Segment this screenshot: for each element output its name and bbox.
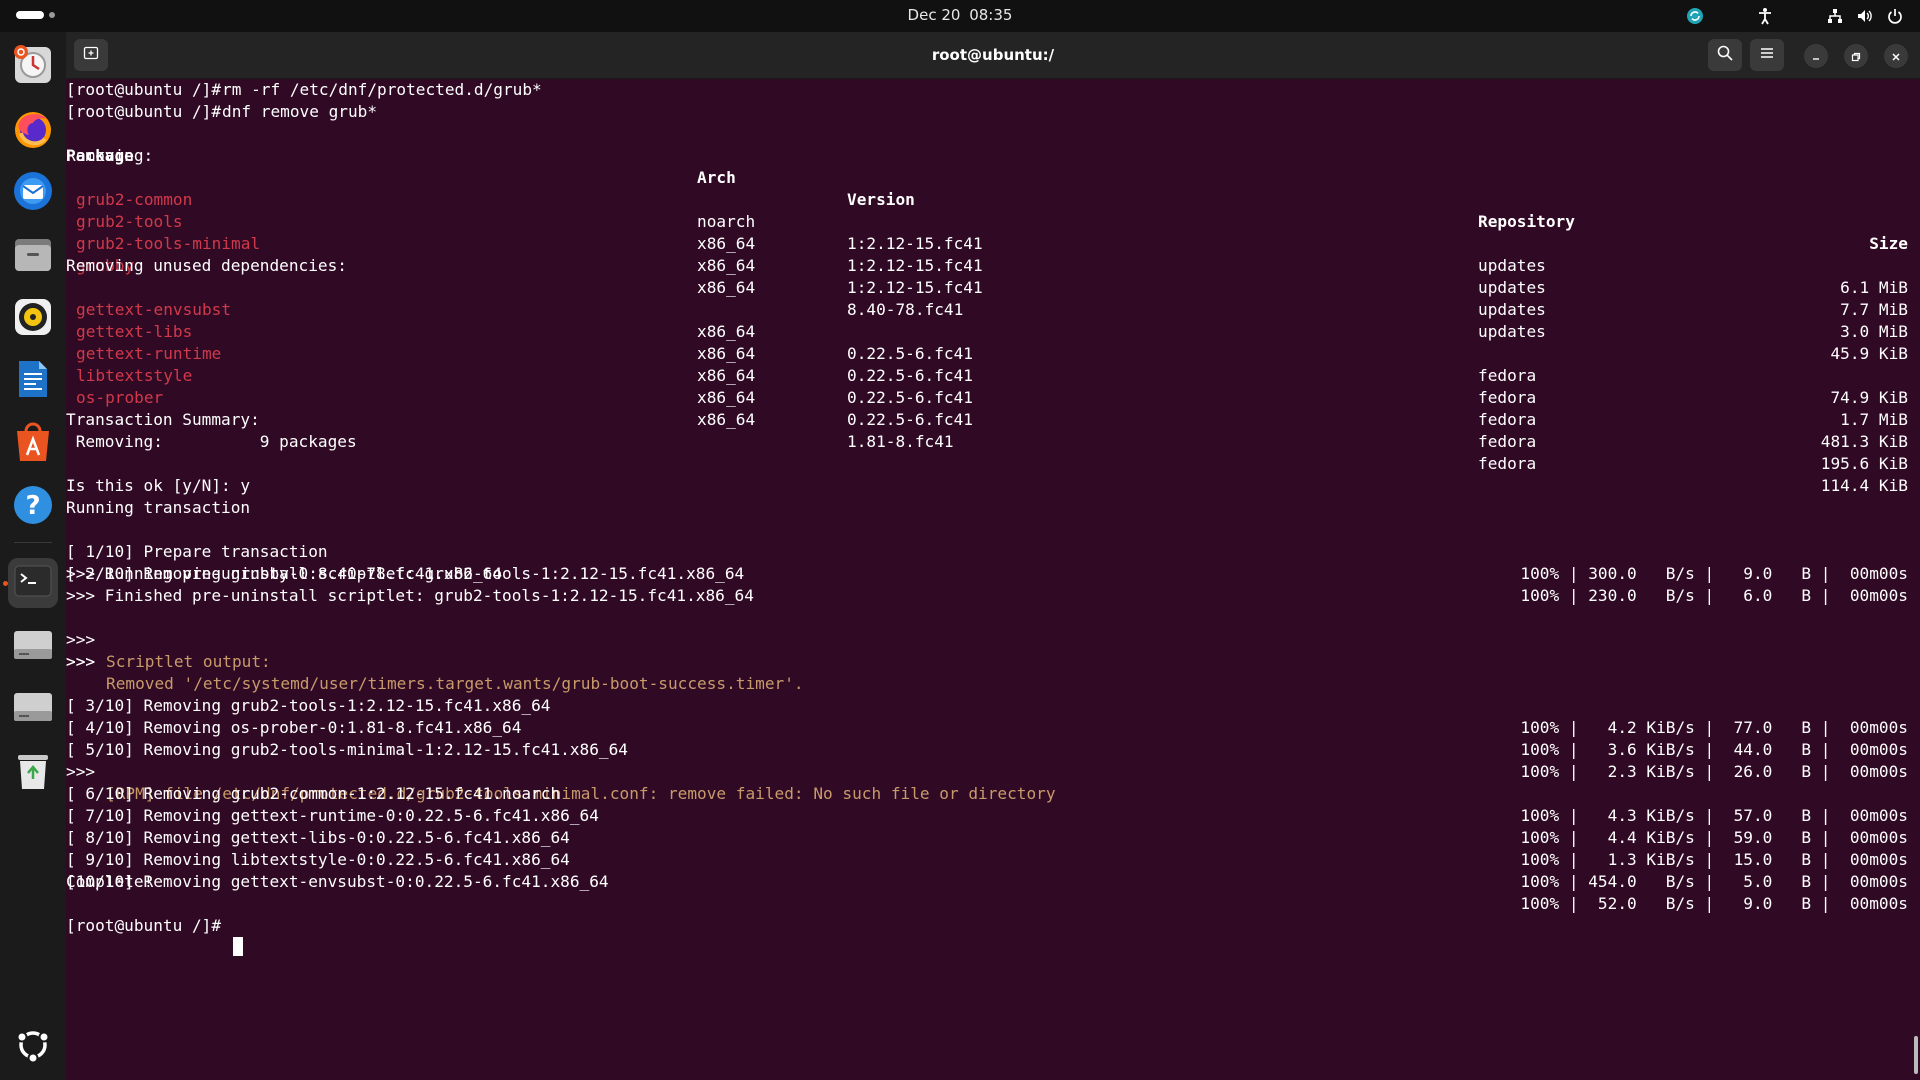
transaction-step: [ 4/10] Removing os-prober-0:1.81-8.fc41… bbox=[66, 718, 1908, 759]
restore-button[interactable] bbox=[1844, 44, 1868, 68]
svg-text:?: ? bbox=[25, 491, 40, 521]
window-title: root@ubuntu:/ bbox=[931, 46, 1055, 64]
table-row: libtextstyle x86_64 0.22.5-6.fc41 fedora… bbox=[76, 366, 1908, 473]
dock-item-firefox[interactable] bbox=[8, 106, 58, 156]
show-apps-icon bbox=[13, 1025, 53, 1069]
close-button[interactable] bbox=[1884, 44, 1908, 68]
transaction-step: [ 6/10] Removing grub2-common-1:2.12-15.… bbox=[66, 784, 1908, 825]
complete-line: Complete! bbox=[66, 872, 154, 891]
col-arch: Arch bbox=[697, 168, 736, 187]
close-icon bbox=[1891, 47, 1901, 66]
text-cursor bbox=[233, 937, 243, 956]
terminal-output[interactable]: [root@ubuntu /]# rm -rf /etc/dnf/protecte… bbox=[66, 79, 1920, 1080]
search-icon bbox=[1717, 45, 1733, 65]
transaction-step: [10/10] Removing gettext-envsubst-0:0.22… bbox=[66, 872, 1908, 913]
transaction-summary-count: Removing: 9 packages bbox=[66, 432, 357, 451]
power-icon[interactable] bbox=[1884, 5, 1906, 27]
drive-icon bbox=[11, 685, 55, 733]
transaction-step: [ 3/10] Removing grub2-tools-1:2.12-15.f… bbox=[66, 696, 1908, 737]
table-row: gettext-envsubst x86_64 0.22.5-6.fc41 fe… bbox=[76, 300, 1908, 407]
hamburger-menu-icon bbox=[1759, 45, 1775, 65]
unused-deps-label: Removing unused dependencies: bbox=[66, 256, 347, 275]
dock-separator bbox=[14, 542, 52, 543]
scrollbar[interactable] bbox=[1914, 1036, 1918, 1074]
package-table-header: Package Arch Version Repository Size bbox=[66, 123, 1908, 253]
files-icon bbox=[11, 233, 55, 281]
confirm-line: Is this ok [y/N]: y bbox=[66, 476, 251, 495]
terminal-window: root@ubuntu:/ [root@ubuntu /]# rm -rf /e… bbox=[66, 32, 1920, 1080]
scriptlet-line: >>> Running pre-uninstall scriptlet: gru… bbox=[66, 564, 745, 583]
transaction-step: [ 8/10] Removing gettext-libs-0:0.22.5-6… bbox=[66, 828, 1908, 869]
table-row: grub2-tools x86_64 1:2.12-15.fc41 update… bbox=[76, 212, 1908, 319]
table-row: os-prober x86_64 1.81-8.fc41 fedora 114.… bbox=[76, 388, 1908, 495]
running-transaction-line: Running transaction bbox=[66, 498, 251, 517]
transaction-step: [ 9/10] Removing libtextstyle-0:0.22.5-6… bbox=[66, 850, 1908, 891]
top-bar: Dec 20 08:35 bbox=[0, 0, 1920, 32]
dock-item-app-center[interactable] bbox=[8, 420, 58, 470]
transaction-step: [ 2/10] Removing grubby-0:8.40-78.fc41.x… bbox=[66, 564, 1908, 605]
table-row: gettext-runtime x86_64 0.22.5-6.fc41 fed… bbox=[76, 344, 1908, 451]
restore-icon bbox=[1851, 47, 1861, 66]
dock-item-files[interactable] bbox=[8, 232, 58, 282]
trash-icon bbox=[11, 749, 55, 797]
minimize-button[interactable] bbox=[1804, 44, 1828, 68]
update-indicator-icon[interactable] bbox=[1684, 5, 1706, 27]
help-icon: ? bbox=[11, 483, 55, 531]
removing-label: Removing: bbox=[66, 146, 154, 165]
scriptlet-output-line: >>> Scriptlet output: bbox=[66, 630, 271, 671]
dock-item-thunderbird[interactable] bbox=[8, 168, 58, 218]
current-prompt-line[interactable]: [root@ubuntu /]# bbox=[66, 893, 243, 956]
table-row: grub2-common noarch 1:2.12-15.fc41 updat… bbox=[76, 190, 1908, 297]
clock[interactable]: Dec 20 08:35 bbox=[0, 0, 1920, 32]
col-repository: Repository bbox=[1478, 212, 1575, 231]
table-row: grub2-tools-minimal x86_64 1:2.12-15.fc4… bbox=[76, 234, 1908, 341]
libreoffice-writer-icon bbox=[11, 357, 55, 405]
volume-icon[interactable] bbox=[1854, 5, 1876, 27]
show-apps-button[interactable] bbox=[8, 1022, 58, 1072]
dock-item-drive-1[interactable] bbox=[8, 622, 58, 672]
dock: ? bbox=[0, 32, 66, 1080]
scriptlet-line: >>> Finished pre-uninstall scriptlet: gr… bbox=[66, 586, 754, 605]
dock-item-help[interactable]: ? bbox=[8, 482, 58, 532]
dock-item-writer[interactable] bbox=[8, 356, 58, 406]
scriptlet-line: >>> bbox=[66, 652, 96, 671]
search-button[interactable] bbox=[1708, 39, 1742, 71]
dock-item-drive-2[interactable] bbox=[8, 684, 58, 734]
dock-item-update-notifier[interactable] bbox=[8, 42, 58, 92]
accessibility-icon[interactable] bbox=[1754, 5, 1776, 27]
menu-button[interactable] bbox=[1750, 39, 1784, 71]
rpm-warning-line: >>> [RPM] file /etc/dnf/protected.d/grub… bbox=[66, 762, 1056, 803]
transaction-step: [ 1/10] Prepare transaction 100% | 300.0… bbox=[66, 542, 1908, 583]
transaction-step: [ 5/10] Removing grub2-tools-minimal-1:2… bbox=[66, 740, 1908, 781]
clock-date: Dec 20 bbox=[907, 6, 961, 24]
minimize-icon bbox=[1811, 47, 1821, 66]
app-center-icon bbox=[11, 421, 55, 469]
clock-time: 08:35 bbox=[969, 6, 1013, 24]
window-titlebar[interactable]: root@ubuntu:/ bbox=[66, 32, 1920, 79]
dock-item-rhythmbox[interactable] bbox=[8, 294, 58, 344]
dock-item-trash[interactable] bbox=[8, 748, 58, 798]
scriptlet-output-line: >>> Removed '/etc/systemd/user/timers.ta… bbox=[66, 652, 804, 693]
rhythmbox-icon bbox=[11, 295, 55, 343]
network-icon[interactable] bbox=[1824, 5, 1846, 27]
drive-icon bbox=[11, 623, 55, 671]
col-size: Size bbox=[1869, 234, 1908, 253]
terminal-icon bbox=[13, 561, 53, 605]
transaction-summary-label: Transaction Summary: bbox=[66, 410, 260, 429]
firefox-icon bbox=[11, 107, 55, 155]
thunderbird-icon bbox=[11, 169, 55, 217]
table-row: grubby x86_64 8.40-78.fc41 updates 45.9 … bbox=[76, 256, 1908, 363]
transaction-step: [ 7/10] Removing gettext-runtime-0:0.22.… bbox=[66, 806, 1908, 847]
update-notifier-icon bbox=[11, 43, 55, 91]
system-tray[interactable] bbox=[1676, 5, 1906, 27]
col-version: Version bbox=[847, 190, 915, 209]
table-row: gettext-libs x86_64 0.22.5-6.fc41 fedora… bbox=[76, 322, 1908, 429]
dock-item-terminal[interactable] bbox=[8, 558, 58, 608]
